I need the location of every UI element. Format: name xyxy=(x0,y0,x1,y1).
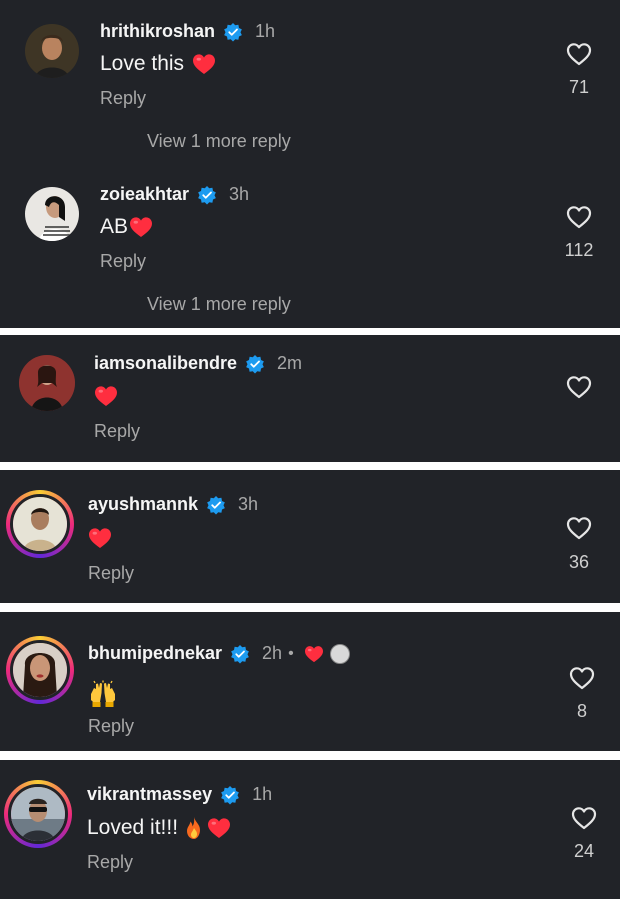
avatar xyxy=(10,640,70,700)
comment-meta: hrithikroshan 1h xyxy=(100,21,275,42)
timestamp: 3h xyxy=(238,494,259,514)
creator-liked-heart-icon xyxy=(304,645,324,663)
red-heart-emoji xyxy=(129,216,153,238)
heart-outline-icon[interactable] xyxy=(569,666,595,690)
comment-item: bhumipednekar 2h • Reply 8 xyxy=(0,612,620,751)
timestamp: 1h xyxy=(252,784,273,804)
reply-button[interactable]: Reply xyxy=(100,88,146,109)
red-heart-emoji xyxy=(94,385,118,407)
avatar-image xyxy=(13,643,67,697)
verified-badge-icon xyxy=(223,22,243,42)
comments-panel-5: vikrantmassey 1h Loved it!!! Reply 24 xyxy=(0,760,620,899)
username[interactable]: vikrantmassey xyxy=(87,784,212,805)
separator-dot: • xyxy=(288,644,294,662)
creator-avatar-icon xyxy=(329,643,350,664)
avatar-story-ring[interactable] xyxy=(4,780,72,848)
timestamp: 1h xyxy=(255,21,276,41)
view-more-replies-button[interactable]: View 1 more reply xyxy=(147,294,291,315)
comment-meta: vikrantmassey 1h xyxy=(87,784,272,805)
avatar-image xyxy=(25,187,79,241)
avatar xyxy=(8,784,68,844)
comment-meta: zoieakhtar 3h xyxy=(100,184,249,205)
view-more-replies-button[interactable]: View 1 more reply xyxy=(147,131,291,152)
comments-panel-3: ayushmannk 3h Reply 36 xyxy=(0,470,620,603)
comment-text: Love this xyxy=(100,52,216,76)
comment-item: vikrantmassey 1h Loved it!!! Reply 24 xyxy=(0,760,620,899)
verified-badge-icon xyxy=(220,785,240,805)
verified-badge-icon xyxy=(197,185,217,205)
username[interactable]: zoieakhtar xyxy=(100,184,189,205)
comment-item: iamsonalibendre 2m Reply xyxy=(0,335,620,462)
avatar-image xyxy=(11,787,65,841)
comment-text xyxy=(94,385,118,407)
comment-item: hrithikroshan 1h Love this Reply View 1 … xyxy=(0,0,620,165)
verified-badge-icon xyxy=(206,495,226,515)
avatar[interactable] xyxy=(19,355,75,411)
avatar-story-ring[interactable] xyxy=(6,636,74,704)
avatar-story-ring[interactable] xyxy=(6,490,74,558)
red-heart-emoji xyxy=(88,527,112,549)
reply-button[interactable]: Reply xyxy=(94,421,140,442)
comment-meta: bhumipednekar 2h • xyxy=(88,643,350,664)
comment-meta: ayushmannk 3h xyxy=(88,494,258,515)
avatar[interactable] xyxy=(25,24,79,78)
like-count[interactable]: 71 xyxy=(559,77,599,98)
comments-panel-2: iamsonalibendre 2m Reply xyxy=(0,335,620,462)
avatar-image xyxy=(19,355,75,411)
username[interactable]: hrithikroshan xyxy=(100,21,215,42)
raised-hands-emoji xyxy=(88,680,118,708)
comment-item: ayushmannk 3h Reply 36 xyxy=(0,470,620,603)
reply-button[interactable]: Reply xyxy=(87,852,133,873)
comment-text xyxy=(88,680,118,708)
reply-button[interactable]: Reply xyxy=(100,251,146,272)
like-count[interactable]: 24 xyxy=(564,841,604,862)
timestamp: 2h xyxy=(262,643,283,663)
heart-outline-icon[interactable] xyxy=(571,806,597,830)
like-count[interactable]: 8 xyxy=(562,701,602,722)
comment-text-label: Loved it!!! xyxy=(87,816,179,839)
heart-outline-icon[interactable] xyxy=(566,516,592,540)
comment-text-label: Love this xyxy=(100,52,185,75)
heart-outline-icon[interactable] xyxy=(566,375,592,399)
comments-panel-4: bhumipednekar 2h • Reply 8 xyxy=(0,612,620,751)
timestamp: 2m xyxy=(277,353,303,373)
comment-text xyxy=(88,527,112,549)
username[interactable]: bhumipednekar xyxy=(88,643,222,664)
timestamp: 3h xyxy=(229,184,250,204)
username[interactable]: ayushmannk xyxy=(88,494,198,515)
comment-meta: iamsonalibendre 2m xyxy=(94,353,302,374)
heart-outline-icon[interactable] xyxy=(566,205,592,229)
avatar[interactable] xyxy=(25,187,79,241)
fire-emoji xyxy=(184,816,204,840)
avatar-image xyxy=(25,24,79,78)
comment-text-label: AB xyxy=(100,215,129,238)
username[interactable]: iamsonalibendre xyxy=(94,353,237,374)
comment-item: zoieakhtar 3h AB Reply View 1 more reply… xyxy=(0,163,620,328)
red-heart-emoji xyxy=(192,53,216,75)
avatar xyxy=(10,494,70,554)
reply-button[interactable]: Reply xyxy=(88,563,134,584)
verified-badge-icon xyxy=(245,354,265,374)
comment-text: Loved it!!! xyxy=(87,816,231,840)
red-heart-emoji xyxy=(207,817,231,839)
comment-text: AB xyxy=(100,215,153,239)
comments-panel-1: hrithikroshan 1h Love this Reply View 1 … xyxy=(0,0,620,328)
verified-badge-icon xyxy=(230,644,250,664)
like-count[interactable]: 36 xyxy=(559,552,599,573)
heart-outline-icon[interactable] xyxy=(566,42,592,66)
reply-button[interactable]: Reply xyxy=(88,716,134,737)
avatar-image xyxy=(13,497,67,551)
like-count[interactable]: 112 xyxy=(559,240,599,261)
